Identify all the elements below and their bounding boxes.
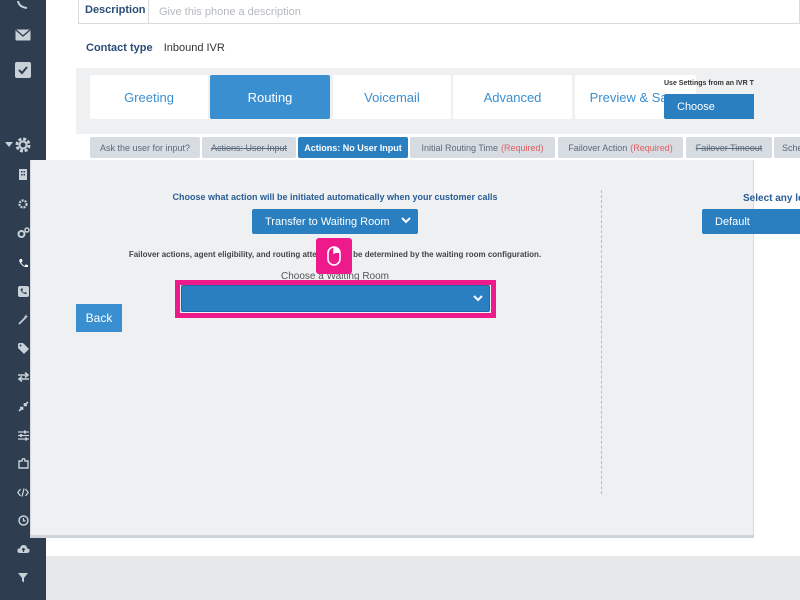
action-select-value: Transfer to Waiting Room <box>265 215 390 228</box>
subtab-label: Ask the user for input? <box>99 142 191 153</box>
tab-routing[interactable]: Routing <box>210 75 330 119</box>
subtab-label: Initial Routing Time <box>421 142 498 153</box>
required-badge: (Required) <box>501 142 544 153</box>
subtab-actions-user-input[interactable]: Actions: User Input <box>202 137 296 158</box>
subtab-actions-no-user-input[interactable]: Actions: No User Input <box>298 137 408 158</box>
subtab-label: Failover Timeout <box>695 142 763 153</box>
content-bottom-border <box>30 535 754 538</box>
chevron-down-icon <box>473 295 483 302</box>
chevron-down-icon <box>401 217 411 224</box>
contact-type-label: Contact type <box>86 42 153 54</box>
contact-type-value: Inbound IVR <box>163 42 225 54</box>
cloud-upload-icon[interactable] <box>0 542 46 556</box>
subtab-label: Sche <box>782 142 800 153</box>
subtab-failover-timeout[interactable]: Failover Timeout <box>686 137 772 158</box>
mouse-click-icon <box>316 238 352 274</box>
subtab-label: Actions: No User Input <box>304 142 402 153</box>
footer-area <box>46 556 800 600</box>
default-select[interactable]: Default <box>702 209 800 234</box>
select-any-label: Select any le <box>743 193 800 204</box>
filter-icon[interactable] <box>0 571 46 585</box>
action-select[interactable]: Transfer to Waiting Room <box>252 209 418 234</box>
default-select-value: Default <box>715 215 750 228</box>
description-input[interactable] <box>151 0 799 23</box>
contact-type-row: Contact type Inbound IVR <box>86 42 225 54</box>
tab-greeting[interactable]: Greeting <box>90 75 208 119</box>
phone-icon-top[interactable] <box>0 0 46 10</box>
ivr-settings-label: Use Settings from an IVR T <box>664 80 754 87</box>
tab-advanced[interactable]: Advanced <box>453 75 572 119</box>
subtab-ask-user-input[interactable]: Ask the user for input? <box>90 137 200 158</box>
mail-icon[interactable] <box>0 27 46 43</box>
waiting-room-select[interactable] <box>181 285 490 312</box>
settings-gear-icon[interactable] <box>0 136 46 154</box>
back-button-label: Back <box>85 311 113 325</box>
checkbox-icon[interactable] <box>0 61 46 79</box>
choose-action-heading: Choose what action will be initiated aut… <box>172 192 498 202</box>
choose-ivr-label: Choose <box>677 100 715 113</box>
description-row: Description <box>78 0 800 24</box>
tab-voicemail[interactable]: Voicemail <box>333 75 451 119</box>
subtab-failover-action[interactable]: Failover Action (Required) <box>558 137 683 158</box>
required-badge: (Required) <box>630 142 673 153</box>
column-divider <box>601 190 602 494</box>
subtab-label: Failover Action <box>568 142 628 153</box>
choose-ivr-button[interactable]: Choose <box>664 94 754 119</box>
description-label: Description <box>79 0 149 23</box>
subtab-initial-routing-time[interactable]: Initial Routing Time (Required) <box>410 137 555 158</box>
subtab-schedule[interactable]: Sche <box>774 137 800 158</box>
subtab-label: Actions: User Input <box>210 142 288 153</box>
back-button[interactable]: Back <box>76 304 122 332</box>
